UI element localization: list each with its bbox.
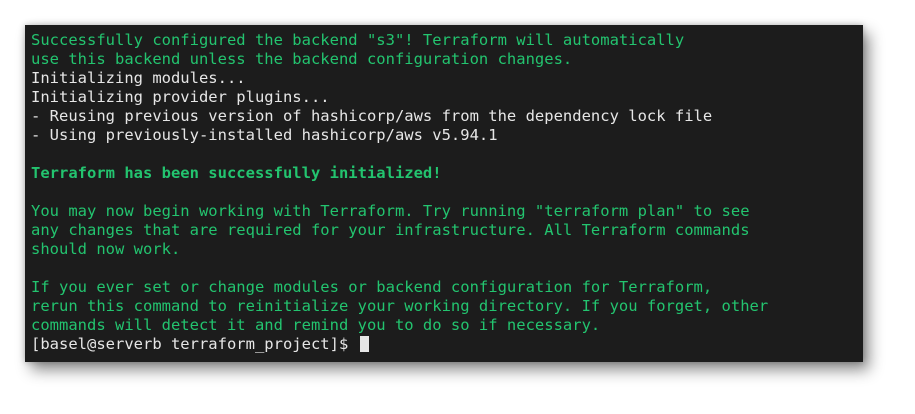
output-line: Initializing modules... bbox=[31, 69, 246, 87]
output-line: - Using previously-installed hashicorp/a… bbox=[31, 126, 498, 144]
output-line: If you ever set or change modules or bac… bbox=[31, 278, 713, 296]
output-line: - Reusing previous version of hashicorp/… bbox=[31, 107, 713, 125]
terminal-window[interactable]: Successfully configured the backend "s3"… bbox=[25, 25, 863, 362]
output-line: You may now begin working with Terraform… bbox=[31, 202, 750, 220]
output-line: commands will detect it and remind you t… bbox=[31, 316, 601, 334]
success-message: Terraform has been successfully initiali… bbox=[31, 164, 442, 182]
output-line: Successfully configured the backend "s3"… bbox=[31, 31, 685, 49]
command-prompt-line[interactable]: [basel@serverb terraform_project]$ bbox=[31, 335, 863, 354]
output-line: any changes that are required for your i… bbox=[31, 221, 750, 239]
text-cursor[interactable] bbox=[359, 336, 369, 352]
output-line: Initializing provider plugins... bbox=[31, 88, 330, 106]
output-line: should now work. bbox=[31, 240, 181, 258]
output-line: rerun this command to reinitialize your … bbox=[31, 297, 769, 315]
output-line: use this backend unless the backend conf… bbox=[31, 50, 573, 68]
shell-prompt: [basel@serverb terraform_project]$ bbox=[31, 335, 358, 353]
